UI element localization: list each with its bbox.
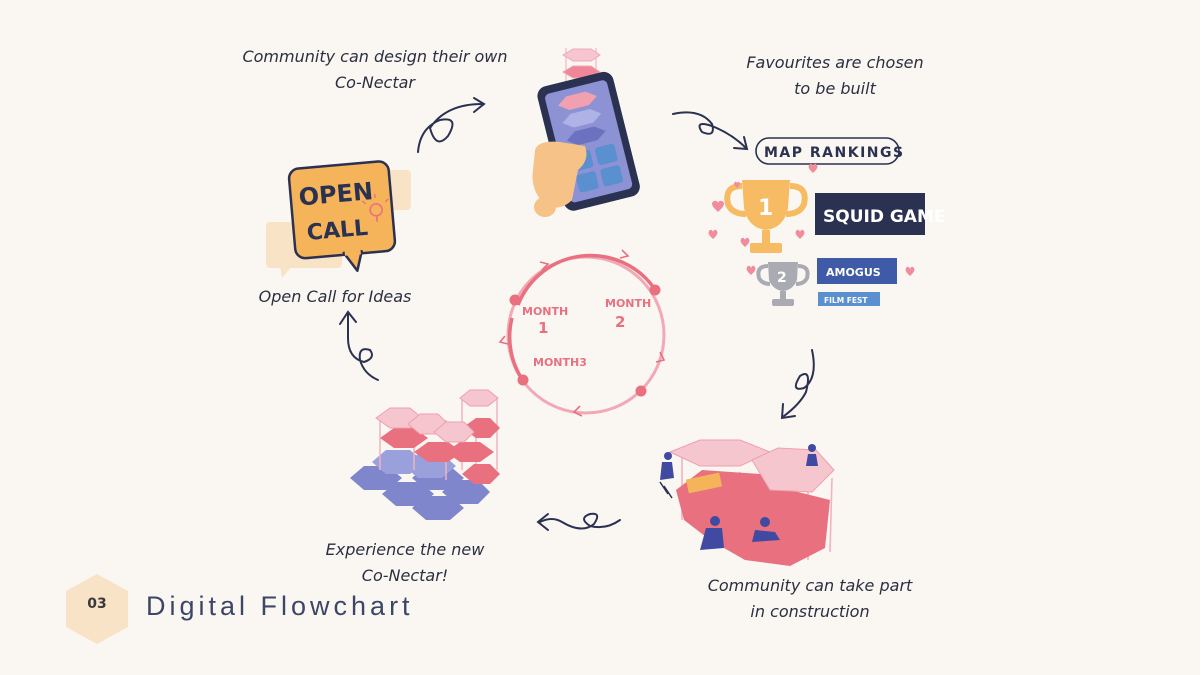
arrow-favourites-to-construction <box>783 349 815 417</box>
rankings-title: MAP RANKINGS <box>764 145 905 161</box>
section-number: 03 <box>87 596 107 612</box>
open-call-line2: CALL <box>306 216 369 246</box>
month3-word: MONTH3 <box>533 356 587 369</box>
gold-trophy-icon: 1 <box>724 180 808 253</box>
second-rank-number: 2 <box>777 270 787 286</box>
arrow-construction-to-experience <box>539 512 621 530</box>
first-rank-number: 1 <box>758 196 773 221</box>
map-rankings: MAP RANKINGS 1 SQUID GAME 2 AMOGUS FILM … <box>708 137 946 306</box>
caption-design: Community can design their own Co-Nectar <box>242 47 508 92</box>
arrow-experience-to-open <box>347 313 379 381</box>
silver-trophy-icon: 2 <box>756 262 810 306</box>
caption-experience: Experience the new Co-Nectar! <box>325 540 485 585</box>
monthly-cycle: MONTH 1 MONTH 2 MONTH3 <box>498 249 666 417</box>
arrow-open-to-design <box>417 103 483 153</box>
month2-number: 2 <box>615 313 625 331</box>
phone-illustration <box>532 48 640 217</box>
hexagon-structure-illustration <box>350 389 500 520</box>
arrow-design-to-favourites <box>672 111 747 149</box>
third-place-label: FILM FEST <box>824 296 868 305</box>
open-call-illustration: OPEN CALL <box>266 160 411 278</box>
month1-word: MONTH <box>522 305 568 318</box>
second-place-label: AMOGUS <box>826 266 881 279</box>
caption-open-call: Open Call for Ideas <box>258 287 412 306</box>
construction-illustration <box>659 439 835 566</box>
caption-favourites: Favourites are chosen to be built <box>746 53 924 98</box>
caption-construction: Community can take part in construction <box>707 576 913 621</box>
flowchart-canvas: OPEN CALL MAP RANKINGS 1 SQUID GAME 2 AM… <box>266 48 946 566</box>
month1-number: 1 <box>538 319 548 337</box>
first-place-label: SQUID GAME <box>823 207 946 227</box>
page-title: Digital Flowchart <box>146 591 414 621</box>
month2-word: MONTH <box>605 297 651 310</box>
